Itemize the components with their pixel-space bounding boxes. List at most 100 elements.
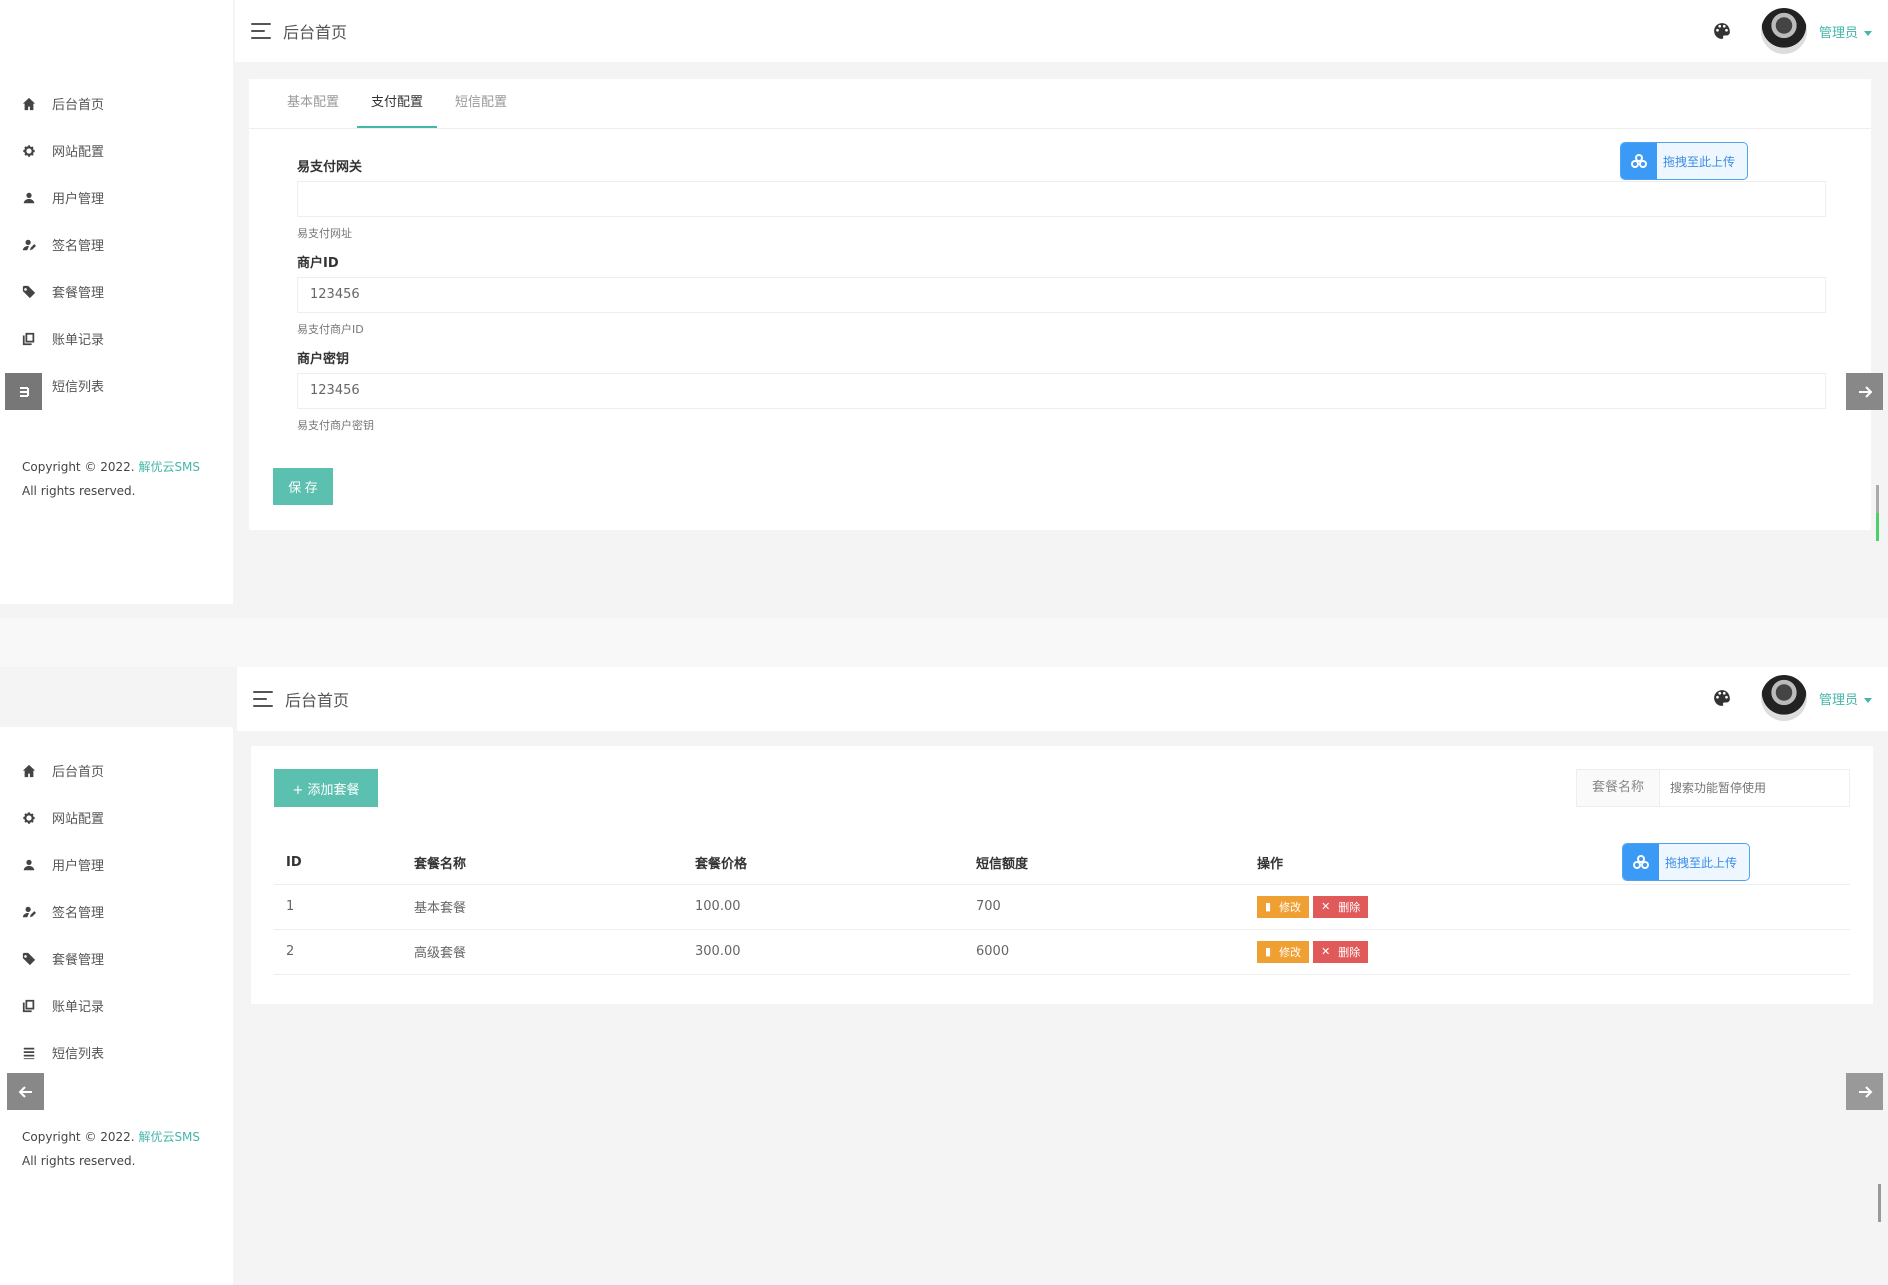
sidebar-item-label: 账单记录: [52, 333, 105, 348]
sidebar-item-site-config[interactable]: 网站配置: [0, 127, 233, 174]
delete-button[interactable]: ✕ 删除: [1313, 940, 1369, 963]
settings-screen: 后台首页 网站配置 用户管理 签名管理 套餐管理 账单记录 短信列表 Copyr…: [0, 0, 1888, 618]
sidebar-item-label: 短信列表: [52, 1047, 105, 1062]
edit-label: 修改: [1279, 900, 1302, 914]
sidebar-item-label: 签名管理: [52, 906, 105, 921]
copyright-suffix: All rights reserved.: [22, 1154, 136, 1168]
cell-name: 基本套餐: [402, 884, 683, 930]
cell-quota: 6000: [964, 929, 1245, 975]
tag-icon: [22, 285, 36, 299]
table-row: 1 基本套餐 100.00 700 ▮ 修改 ✕ 删除: [274, 884, 1850, 930]
tab-sms-config[interactable]: 短信配置: [441, 79, 521, 128]
packages-screen: 后台首页 网站配置 用户管理 签名管理 套餐管理 账单记录 短信列表 Copyr…: [0, 667, 1888, 1285]
gear-icon: [22, 144, 36, 158]
copyright: Copyright © 2022. 解优云SMS All rights rese…: [22, 1125, 200, 1173]
sidebar-item-signatures[interactable]: 签名管理: [0, 888, 233, 935]
sidebar-item-packages[interactable]: 套餐管理: [0, 268, 233, 315]
breadcrumb: 后台首页: [283, 23, 348, 42]
gateway-field[interactable]: [297, 181, 1826, 217]
home-icon: [22, 97, 36, 111]
arrow-left-icon[interactable]: [7, 1073, 44, 1110]
breadcrumb: 后台首页: [285, 691, 350, 710]
sidebar: 后台首页 网站配置 用户管理 签名管理 套餐管理 账单记录 短信列表 Copyr…: [0, 0, 233, 604]
edit-label: 修改: [1279, 945, 1302, 959]
copy-icon: [22, 999, 36, 1013]
trash-icon: ▮: [1265, 900, 1272, 913]
arrow-right-icon[interactable]: [1846, 1073, 1883, 1110]
sidebar-item-site-config[interactable]: 网站配置: [0, 794, 233, 841]
menu-toggle-icon[interactable]: [251, 23, 271, 39]
sidebar-item-users[interactable]: 用户管理: [0, 841, 233, 888]
copyright-suffix: All rights reserved.: [22, 484, 136, 498]
cloud-upload-icon: [1623, 844, 1659, 880]
column-header: 套餐名称: [402, 842, 683, 885]
avatar[interactable]: [1760, 675, 1807, 721]
search-box: 套餐名称: [1576, 769, 1850, 807]
user-menu[interactable]: 管理员: [1819, 689, 1872, 708]
edit-button[interactable]: ▮ 修改: [1257, 895, 1310, 918]
sidebar-item-label: 签名管理: [52, 239, 105, 254]
top-header: 后台首页 管理员: [237, 667, 1888, 731]
cell-id: 1: [274, 884, 402, 930]
sidebar-item-home[interactable]: 后台首页: [0, 80, 233, 127]
upload-label: 拖拽至此上传: [1665, 855, 1738, 870]
sidebar-item-label: 短信列表: [52, 380, 105, 395]
brand-link[interactable]: 解优云SMS: [138, 460, 200, 474]
cloud-upload-icon: [1621, 143, 1657, 179]
palette-icon[interactable]: [1713, 689, 1731, 707]
tag-icon: [22, 952, 36, 966]
gateway-label: 易支付网关: [297, 160, 363, 175]
arrow-left-icon[interactable]: [5, 373, 42, 410]
palette-icon[interactable]: [1713, 22, 1731, 40]
search-input[interactable]: [1660, 770, 1849, 806]
sidebar-item-label: 用户管理: [52, 859, 105, 874]
add-package-button[interactable]: + 添加套餐: [274, 769, 378, 807]
top-header: 后台首页 管理员: [235, 0, 1888, 62]
table-header-row: ID 套餐名称 套餐价格 短信额度 操作: [274, 842, 1850, 885]
brand-link[interactable]: 解优云SMS: [138, 1130, 200, 1144]
cell-price: 300.00: [683, 929, 964, 975]
cell-actions: ▮ 修改 ✕ 删除: [1245, 929, 1850, 975]
column-header: 操作: [1245, 842, 1850, 885]
sidebar-item-signatures[interactable]: 签名管理: [0, 221, 233, 268]
close-icon: ✕: [1321, 900, 1331, 913]
cell-actions: ▮ 修改 ✕ 删除: [1245, 884, 1850, 930]
copyright-prefix: Copyright © 2022.: [22, 1130, 139, 1144]
merchant-key-field[interactable]: [297, 373, 1826, 409]
merchant-id-field[interactable]: [297, 277, 1826, 313]
edit-button[interactable]: ▮ 修改: [1257, 940, 1310, 963]
delete-label: 删除: [1338, 945, 1361, 959]
upload-button[interactable]: 拖拽至此上传: [1620, 142, 1748, 180]
user-menu[interactable]: 管理员: [1819, 22, 1872, 41]
sidebar-item-label: 套餐管理: [52, 953, 105, 968]
sidebar-item-label: 账单记录: [52, 1000, 105, 1015]
scrollbar[interactable]: [1878, 1184, 1881, 1222]
sidebar-item-label: 后台首页: [52, 765, 105, 780]
menu-toggle-icon[interactable]: [253, 691, 273, 707]
scrollbar[interactable]: [1876, 485, 1879, 541]
sidebar-item-bills[interactable]: 账单记录: [0, 982, 233, 1029]
upload-button[interactable]: 拖拽至此上传: [1622, 843, 1750, 881]
sidebar-item-home[interactable]: 后台首页: [0, 747, 233, 794]
merchant-id-label: 商户ID: [297, 256, 339, 271]
sidebar-item-label: 网站配置: [52, 145, 105, 160]
avatar[interactable]: [1760, 8, 1807, 54]
arrow-right-icon[interactable]: [1846, 373, 1883, 410]
delete-label: 删除: [1338, 900, 1361, 914]
divider: [0, 618, 1888, 667]
tab-basic-config[interactable]: 基本配置: [273, 79, 353, 128]
user-name: 管理员: [1818, 25, 1858, 41]
user-name: 管理员: [1818, 692, 1858, 708]
sidebar-item-packages[interactable]: 套餐管理: [0, 935, 233, 982]
sidebar-item-label: 后台首页: [52, 98, 105, 113]
table-row: 2 高级套餐 300.00 6000 ▮ 修改 ✕ 删除: [274, 929, 1850, 975]
tab-payment-config[interactable]: 支付配置: [357, 79, 438, 128]
save-button[interactable]: 保 存: [273, 468, 333, 505]
delete-button[interactable]: ✕ 删除: [1313, 895, 1369, 918]
cell-price: 100.00: [683, 884, 964, 930]
sidebar-item-bills[interactable]: 账单记录: [0, 315, 233, 362]
sidebar-item-users[interactable]: 用户管理: [0, 174, 233, 221]
cell-id: 2: [274, 929, 402, 975]
sidebar-item-sms-list[interactable]: 短信列表: [0, 1029, 233, 1076]
sidebar-item-label: 套餐管理: [52, 286, 105, 301]
